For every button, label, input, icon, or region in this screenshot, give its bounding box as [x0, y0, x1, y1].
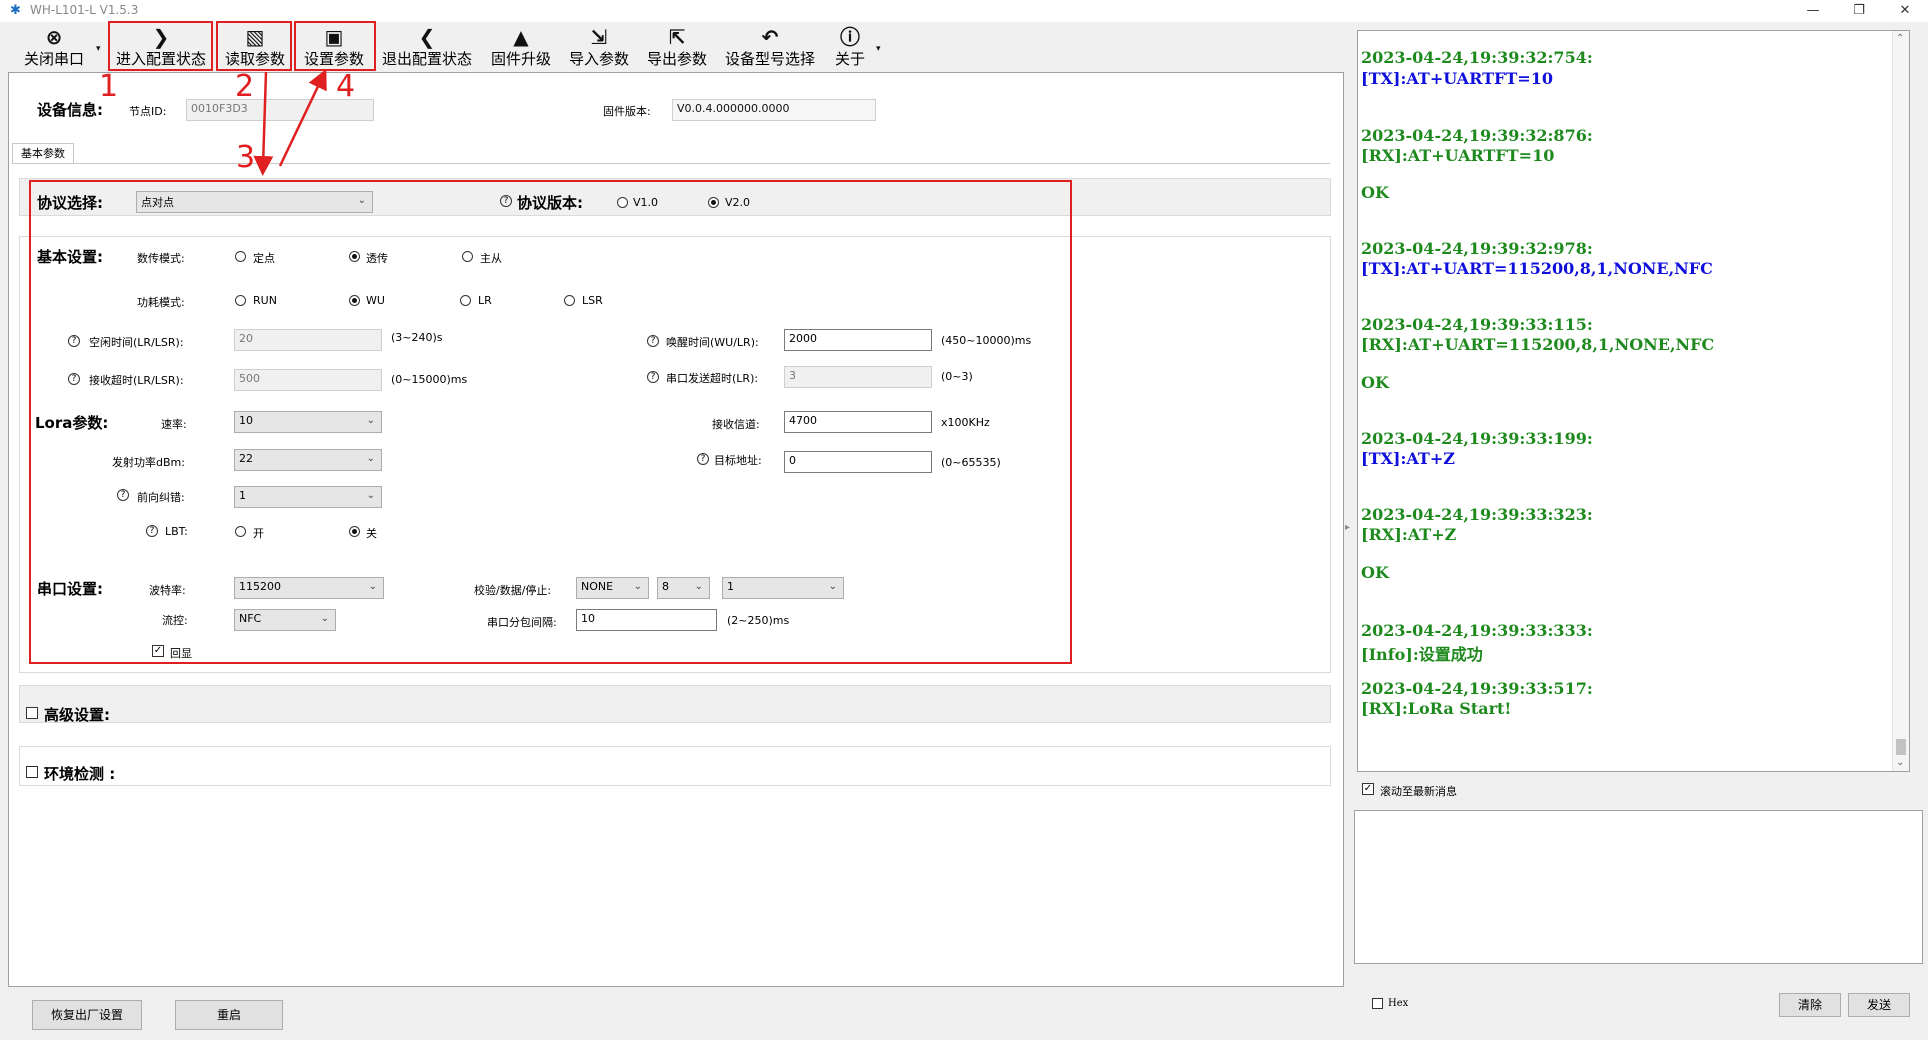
about-button[interactable]: ⓘ 关于 — [828, 22, 872, 72]
export-params-button[interactable]: ⇱ 导出参数 — [640, 22, 714, 72]
scroll-thumb[interactable] — [1896, 739, 1906, 755]
firmware-upgrade-button[interactable]: ▲ 固件升级 — [484, 22, 558, 72]
log-message: [TX]:AT+Z — [1361, 449, 1455, 468]
import-params-button[interactable]: ⇲ 导入参数 — [562, 22, 636, 72]
close-window-button[interactable]: ✕ — [1882, 0, 1928, 22]
log-timestamp: 2023-04-24,19:39:33:115: — [1361, 315, 1593, 334]
close-port-button[interactable]: ⊗ 关闭串口 — [16, 22, 92, 72]
log-ok: OK — [1361, 183, 1389, 202]
log-timestamp: 2023-04-24,19:39:32:876: — [1361, 126, 1593, 145]
scroll-down-icon[interactable]: ⌄ — [1896, 757, 1904, 768]
annotation-box-set-params — [294, 21, 376, 71]
log-timestamp: 2023-04-24,19:39:33:517: — [1361, 679, 1593, 698]
log-timestamp: 2023-04-24,19:39:32:754: — [1361, 48, 1593, 67]
log-timestamp: 2023-04-24,19:39:33:199: — [1361, 429, 1593, 448]
import-icon: ⇲ — [590, 25, 608, 49]
undo-icon: ↶ — [761, 25, 779, 49]
info-icon: ⓘ — [840, 25, 860, 49]
close-port-icon: ⊗ — [45, 25, 63, 49]
log-timestamp: 2023-04-24,19:39:33:323: — [1361, 505, 1593, 524]
factory-reset-button[interactable]: 恢复出厂设置 — [32, 1000, 142, 1030]
firmware-version-field: V0.0.4.000000.0000 — [672, 99, 876, 121]
log-scrollbar[interactable]: ⌃ ⌄ — [1892, 31, 1909, 771]
device-info-header: 设备信息: — [37, 101, 103, 119]
scroll-latest-checkbox[interactable]: ✓ — [1362, 783, 1374, 795]
app-icon: ✱ — [10, 3, 21, 18]
tab-basic-params[interactable]: 基本参数 — [12, 143, 74, 164]
device-model-select-button[interactable]: ↶ 设备型号选择 — [718, 22, 822, 72]
log-ok: OK — [1361, 563, 1389, 582]
annotation-arrows — [253, 70, 327, 176]
restore-button[interactable]: ❐ — [1836, 0, 1882, 22]
env-detect-checkbox[interactable] — [26, 766, 38, 778]
send-input[interactable] — [1354, 810, 1923, 964]
restart-button[interactable]: 重启 — [175, 1000, 283, 1030]
scroll-latest-label: 滚动至最新消息 — [1380, 785, 1457, 798]
annotation-number-1: 1 — [99, 69, 119, 104]
log-message: [RX]:AT+UARTFT=10 — [1361, 146, 1555, 165]
firmware-version-label: 固件版本: — [603, 105, 651, 118]
about-dropdown-icon[interactable]: ▾ — [876, 44, 881, 54]
send-button[interactable]: 发送 — [1848, 993, 1910, 1017]
hex-checkbox[interactable] — [1372, 998, 1383, 1009]
env-detect-row — [19, 746, 1331, 786]
annotation-box-enter-config — [108, 21, 213, 71]
advanced-settings-checkbox[interactable] — [26, 707, 38, 719]
log-message: [RX]:LoRa Start! — [1361, 699, 1512, 718]
log-ok: OK — [1361, 373, 1389, 392]
firmware-upgrade-icon: ▲ — [513, 25, 529, 49]
log-message: [RX]:AT+UART=115200,8,1,NONE,NFC — [1361, 335, 1715, 354]
annotation-box-read-params — [216, 21, 292, 71]
log-timestamp: 2023-04-24,19:39:32:978: — [1361, 239, 1593, 258]
annotation-box-basic-params — [29, 180, 1072, 664]
title-bar: ✱ WH-L101-L V1.5.3 — ❐ ✕ — [0, 0, 1928, 22]
splitter-arrow-icon[interactable]: ▸ — [1345, 522, 1350, 533]
chevron-left-icon: ❮ — [418, 25, 436, 49]
window-title: WH-L101-L V1.5.3 — [30, 3, 139, 17]
exit-config-button[interactable]: ❮ 退出配置状态 — [376, 22, 478, 72]
env-detect-label: 环境检测 : — [44, 765, 116, 783]
log-message: [TX]:AT+UARTFT=10 — [1361, 69, 1553, 88]
advanced-settings-label: 高级设置: — [44, 706, 110, 724]
hex-label: Hex — [1388, 998, 1409, 1009]
log-panel: 2023-04-24,19:39:32:754: [TX]:AT+UARTFT=1… — [1357, 30, 1910, 772]
minimize-button[interactable]: — — [1790, 0, 1836, 22]
clear-button[interactable]: 清除 — [1779, 993, 1841, 1017]
log-message: [TX]:AT+UART=115200,8,1,NONE,NFC — [1361, 259, 1713, 278]
log-message: [Info]:设置成功 — [1361, 645, 1483, 664]
tab-divider — [12, 163, 1330, 164]
close-port-dropdown-icon[interactable]: ▾ — [96, 44, 101, 54]
advanced-settings-row — [19, 685, 1331, 723]
export-icon: ⇱ — [668, 25, 686, 49]
log-message: [RX]:AT+Z — [1361, 525, 1457, 544]
node-id-label: 节点ID: — [129, 105, 167, 118]
log-timestamp: 2023-04-24,19:39:33:333: — [1361, 621, 1593, 640]
scroll-up-icon[interactable]: ⌃ — [1896, 33, 1904, 44]
